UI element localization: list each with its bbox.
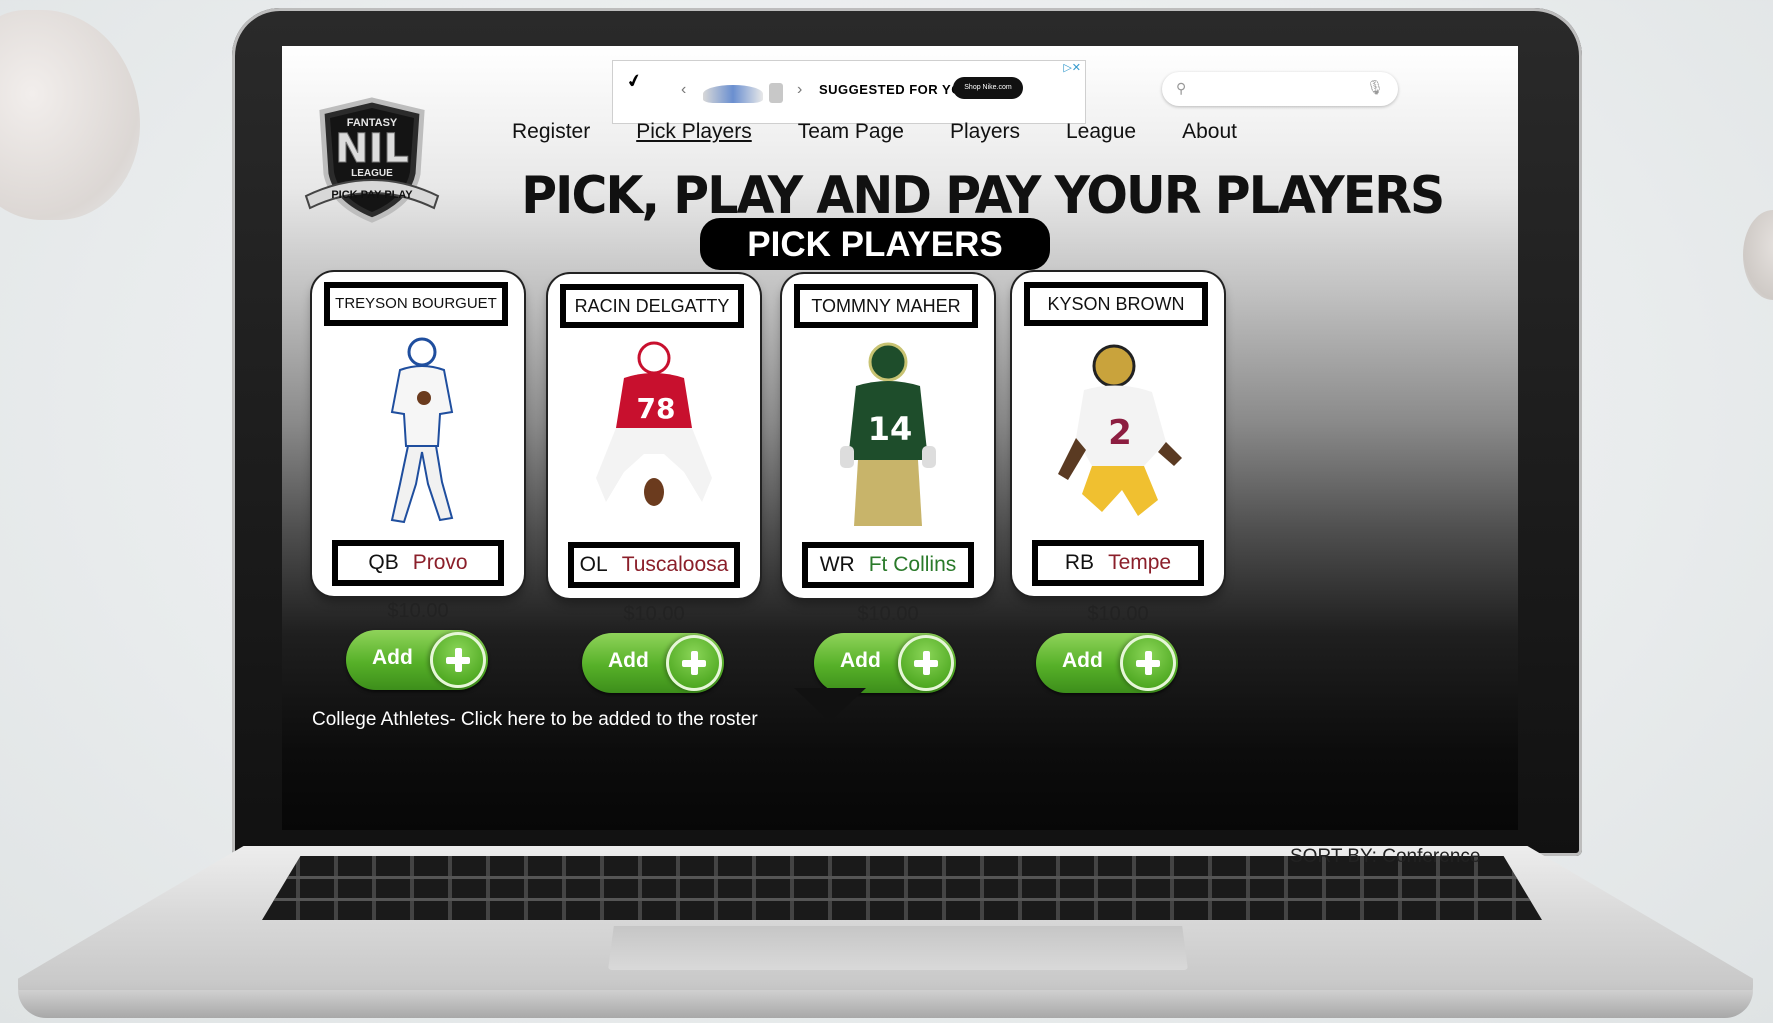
plus-icon xyxy=(1120,635,1176,691)
player-name: TOMMNY MAHER xyxy=(794,284,978,328)
page-headline: PICK, PLAY AND PAY YOUR PLAYERS xyxy=(521,166,1445,226)
ad-shop-button[interactable]: Shop Nike.com xyxy=(953,77,1023,99)
player-position-city: RB Tempe xyxy=(1032,540,1204,586)
player-position-city: WR Ft Collins xyxy=(802,542,974,588)
player-position-city: OL Tuscaloosa xyxy=(568,542,740,588)
nav-league[interactable]: League xyxy=(1066,120,1136,144)
search-icon: ⚲ xyxy=(1176,80,1187,96)
player-price: $10.00 xyxy=(623,603,685,625)
player-position: OL xyxy=(579,553,608,576)
player-card[interactable]: TREYSON BOURGUET QB Provo xyxy=(312,272,524,596)
main-nav: Register Pick Players Team Page Players … xyxy=(512,120,1283,144)
fantasy-nil-league-logo[interactable]: FANTASY NIL LEAGUE PICK PAY PLAY xyxy=(302,96,442,226)
add-button-label: Add xyxy=(372,646,413,669)
player-card[interactable]: TOMMNY MAHER 14 WR Ft Collins xyxy=(782,274,994,598)
add-player-button[interactable]: Add xyxy=(346,630,488,690)
nav-pick-players[interactable]: Pick Players xyxy=(636,120,752,144)
jersey-number: 2 xyxy=(1108,413,1132,453)
add-button-label: Add xyxy=(1062,649,1103,672)
player-city: Tuscaloosa xyxy=(621,553,729,576)
player-position: RB xyxy=(1064,551,1095,574)
logo-sub-text: LEAGUE xyxy=(351,168,393,179)
laptop-trackpad xyxy=(608,926,1188,970)
nav-team-page[interactable]: Team Page xyxy=(798,120,904,144)
player-position: QB xyxy=(368,551,399,574)
adchoices-icon[interactable]: ▷✕ xyxy=(1063,61,1081,74)
shoe-image xyxy=(703,85,763,103)
nike-swoosh-icon: ✔ xyxy=(624,69,645,93)
laptop-base-lip xyxy=(18,990,1753,1018)
jersey-number: 14 xyxy=(868,410,913,448)
player-city: Provo xyxy=(412,551,468,574)
sort-by-label[interactable]: SORT BY: Conference xyxy=(1290,846,1480,868)
nav-players[interactable]: Players xyxy=(950,120,1020,144)
player-photo: 14 xyxy=(840,342,936,526)
player-price: $10.00 xyxy=(387,600,449,622)
player-city: Ft Collins xyxy=(868,553,957,576)
logo-main-text: NIL xyxy=(335,126,409,172)
roster-signup-link[interactable]: College Athletes- Click here to be added… xyxy=(312,709,758,731)
player-photo: 78 xyxy=(596,341,712,506)
add-player-button[interactable]: Add xyxy=(814,633,956,693)
player-name: KYSON BROWN xyxy=(1024,282,1208,326)
player-card[interactable]: RACIN DELGATTY 78 OL Tuscaloosa xyxy=(548,274,760,598)
player-price: $10.00 xyxy=(1087,603,1149,625)
nav-register[interactable]: Register xyxy=(512,120,590,144)
screen-notch-triangle xyxy=(794,688,866,722)
nav-about[interactable]: About xyxy=(1182,120,1237,144)
website-screen: ✔ ‹ › SUGGESTED FOR YOU. Shop Nike.com ▷… xyxy=(282,46,1518,830)
player-city: Tempe xyxy=(1108,551,1172,574)
shoe-box-image xyxy=(769,83,783,103)
ad-prev-arrow-icon[interactable]: ‹ xyxy=(681,81,686,99)
background-hand-right xyxy=(1743,210,1773,300)
ad-banner[interactable]: ✔ ‹ › SUGGESTED FOR YOU. Shop Nike.com ▷… xyxy=(612,60,1086,124)
add-button-label: Add xyxy=(840,649,881,672)
plus-icon xyxy=(430,632,486,688)
player-photo: 2 xyxy=(1058,344,1182,516)
microphone-icon[interactable]: 🎙 xyxy=(1366,79,1384,96)
search-input[interactable] xyxy=(1198,78,1362,102)
plus-icon xyxy=(898,635,954,691)
plus-icon xyxy=(666,635,722,691)
player-card[interactable]: KYSON BROWN 2 RB Tempe xyxy=(1012,272,1224,596)
jersey-number: 78 xyxy=(637,392,676,425)
player-position: WR xyxy=(819,553,855,576)
ad-next-arrow-icon[interactable]: › xyxy=(797,81,802,99)
add-player-button[interactable]: Add xyxy=(1036,633,1178,693)
pick-players-banner: PICK PLAYERS xyxy=(700,218,1050,270)
player-position-city: QB Provo xyxy=(332,540,504,586)
add-button-label: Add xyxy=(608,649,649,672)
logo-ribbon-text: PICK PAY PLAY xyxy=(331,189,413,201)
search-bar[interactable]: ⚲ 🎙 xyxy=(1162,72,1398,106)
player-name: TREYSON BOURGUET xyxy=(324,282,508,326)
player-price: $10.00 xyxy=(857,603,919,625)
player-photo xyxy=(390,337,454,524)
background-hand xyxy=(0,10,140,220)
player-name: RACIN DELGATTY xyxy=(560,284,744,328)
add-player-button[interactable]: Add xyxy=(582,633,724,693)
